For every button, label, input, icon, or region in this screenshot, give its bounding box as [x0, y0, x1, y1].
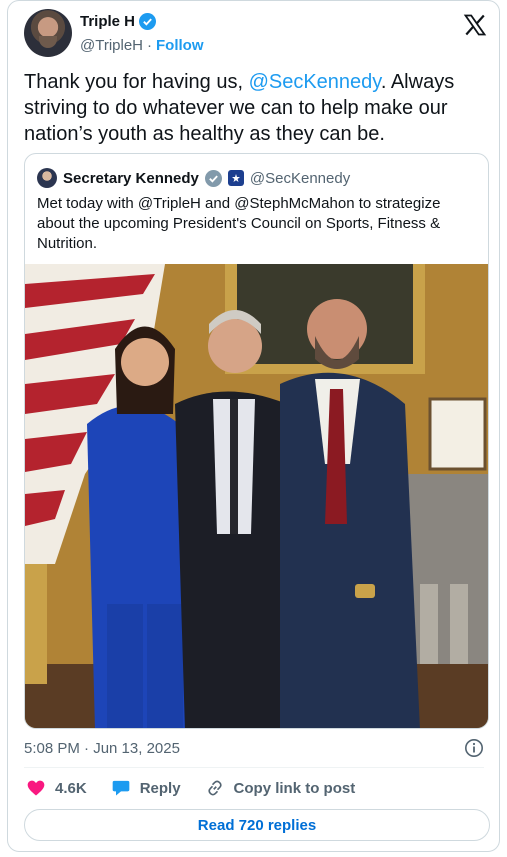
read-replies-button[interactable]: Read 720 replies — [24, 809, 490, 841]
author-info: Triple H @TripleH · Follow — [80, 11, 204, 55]
quoted-header: Secretary Kennedy @SecKennedy — [37, 168, 350, 188]
tweet-photo[interactable] — [25, 264, 488, 728]
x-logo-icon[interactable] — [463, 13, 487, 37]
tweet-timestamp[interactable]: 5:08 PM · Jun 13, 2025 — [24, 740, 180, 757]
verified-badge-icon — [139, 12, 157, 30]
copy-link-label: Copy link to post — [233, 779, 356, 797]
photo-illustration — [25, 264, 488, 728]
verified-badge-icon — [204, 169, 222, 187]
quoted-avatar[interactable] — [37, 168, 57, 188]
handle-separator: · — [147, 36, 153, 54]
copy-link-button[interactable]: Copy link to post — [205, 778, 356, 798]
like-button[interactable]: 4.6K — [26, 778, 87, 798]
reply-label: Reply — [139, 779, 181, 797]
like-count: 4.6K — [55, 779, 87, 797]
tweet-meta: 5:08 PM · Jun 13, 2025 — [24, 737, 484, 759]
follow-button[interactable]: Follow — [156, 37, 204, 54]
author-name[interactable]: Triple H — [80, 13, 135, 30]
link-icon — [207, 780, 222, 796]
mention-link[interactable]: @SecKennedy — [249, 71, 381, 93]
tweet-card: Triple H @TripleH · Follow Thank you for… — [7, 0, 500, 852]
heart-icon — [27, 780, 45, 796]
reply-bubble-icon — [112, 780, 130, 796]
tweet-text: Thank you for having us, @SecKennedy. Al… — [24, 69, 484, 147]
quoted-author-name[interactable]: Secretary Kennedy — [63, 170, 199, 187]
divider — [24, 767, 484, 768]
reply-button[interactable]: Reply — [111, 778, 181, 798]
quoted-author-handle[interactable]: @SecKennedy — [250, 170, 350, 187]
action-bar: 4.6K Reply Copy link to post — [26, 777, 379, 799]
author-avatar[interactable] — [24, 9, 72, 57]
info-icon[interactable] — [464, 738, 484, 758]
quoted-tweet[interactable]: Secretary Kennedy @SecKennedy Met today … — [24, 153, 489, 729]
quoted-text: Met today with @TripleH and @StephMcMaho… — [37, 195, 441, 252]
government-badge-icon — [227, 170, 244, 186]
author-handle[interactable]: @TripleH — [80, 37, 143, 54]
tweet-text-start: Thank you for having us, — [24, 71, 249, 93]
